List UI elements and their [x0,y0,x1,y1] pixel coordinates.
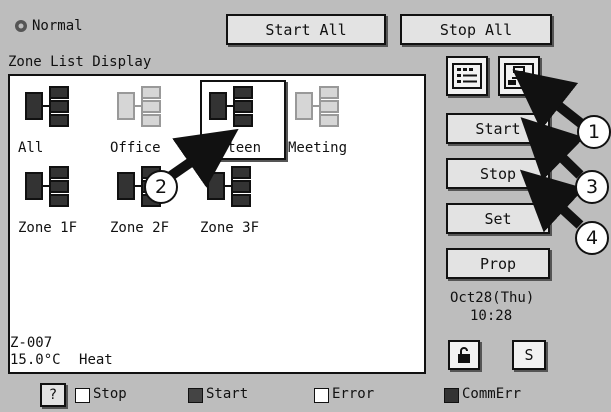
zone-item-all[interactable]: All [18,82,104,162]
zone-view-button[interactable] [498,56,540,96]
zone-tree-icon [207,166,251,207]
normal-mode-icon [15,20,27,32]
zone-label: Zone 2F [110,220,170,236]
clock-date: Oct28(Thu) [450,290,535,306]
callout-3: 3 [575,170,609,204]
start-all-button[interactable]: Start All [226,14,386,45]
legend-start-label: Start [206,386,249,402]
zone-item-office[interactable]: Office [110,82,196,162]
panel-title: Zone List Display [8,54,152,70]
zone-label: Meeting [288,140,348,156]
zone-tree-icon [504,63,534,89]
set-button[interactable]: Set [446,203,550,234]
zone-label: All [18,140,44,156]
help-button[interactable]: ? [40,383,66,407]
legend-stop-swatch [75,388,90,403]
zone-tree-icon [25,86,69,127]
zone-label: Office [110,140,161,156]
zone-item-zone-3f[interactable]: Zone 3F [200,162,286,242]
legend-error-swatch [314,388,329,403]
lock-icon [458,347,470,363]
mode-label: Normal [32,18,83,34]
zone-temperature: 15.0°C [10,352,61,368]
s-button[interactable]: S [512,340,546,370]
lock-button[interactable] [448,340,480,370]
legend-commerr-swatch [444,388,459,403]
zone-status-line: 15.0°C Heat [10,352,113,368]
zone-tree-icon [295,86,339,127]
prop-button[interactable]: Prop [446,248,550,279]
zone-tree-icon [25,166,69,207]
stop-all-button[interactable]: Stop All [400,14,552,45]
zone-label: Zone 3F [200,220,260,236]
zone-label: Zone 1F [18,220,78,236]
zone-item-canteen[interactable]: Canteen [200,80,286,160]
mode-indicator: Normal [14,18,83,34]
callout-4: 4 [575,221,609,255]
stop-button[interactable]: Stop [446,158,550,189]
clock-time: 10:28 [470,308,513,324]
list-view-button[interactable] [446,56,488,96]
legend-error-label: Error [332,386,375,402]
zone-list-panel: All Office Canteen Meeting Zone 1F Zone 2F Zon… [8,74,426,374]
callout-2: 2 [144,170,178,204]
start-button[interactable]: Start [446,113,550,144]
zone-id: Z-007 [10,335,53,351]
legend-commerr-label: CommErr [462,386,522,402]
zone-tree-icon [209,86,253,127]
zone-tree-icon [117,86,161,127]
legend-start-swatch [188,388,203,403]
zone-item-zone-1f[interactable]: Zone 1F [18,162,104,242]
callout-1: 1 [577,115,611,149]
zone-item-meeting[interactable]: Meeting [288,82,374,162]
list-view-icon [452,63,482,89]
legend-stop-label: Stop [93,386,127,402]
zone-label: Canteen [202,140,262,156]
zone-mode: Heat [79,352,113,368]
